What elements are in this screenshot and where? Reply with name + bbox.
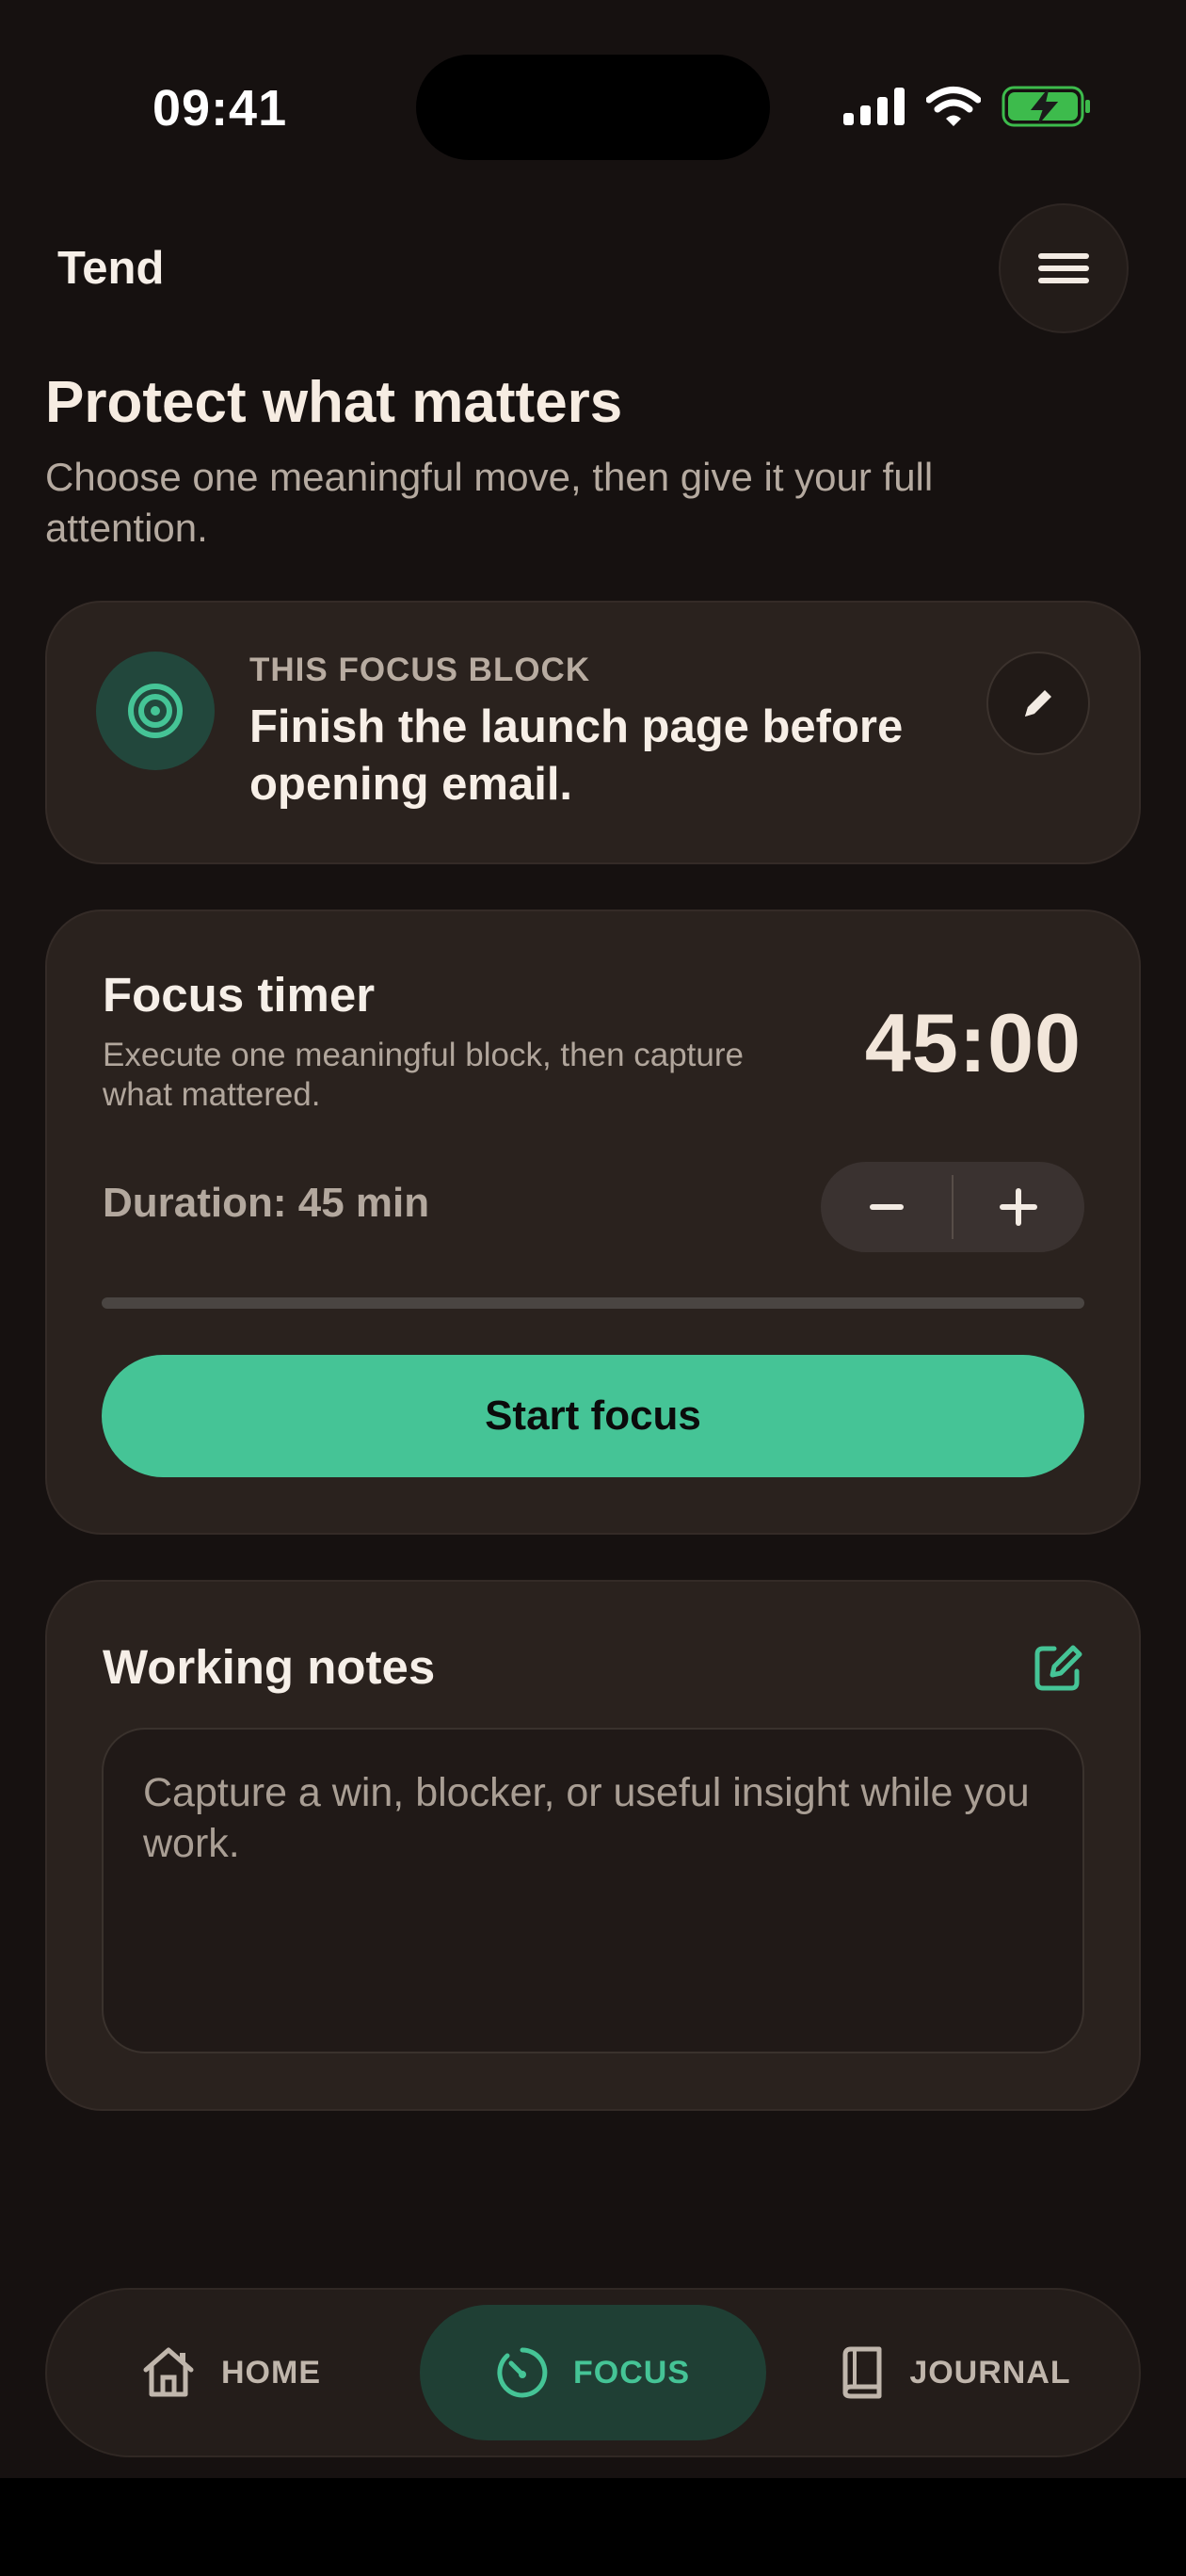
nav-focus[interactable]: FOCUS [420, 2305, 766, 2440]
status-time: 09:41 [152, 80, 288, 137]
focus-block-goal: Finish the launch page before opening em… [249, 701, 904, 810]
focus-target-badge [96, 652, 215, 770]
timer-title: Focus timer [103, 968, 376, 1022]
home-icon [143, 2347, 194, 2397]
timer-progress-bar [102, 1297, 1084, 1309]
compose-icon[interactable] [1032, 1641, 1084, 1694]
timer-icon [497, 2347, 548, 2398]
timer-description: Execute one meaningful block, then captu… [103, 1037, 744, 1113]
status-icons [843, 85, 1092, 128]
duration-label: Duration: 45 min [103, 1180, 430, 1226]
cellular-signal-icon [843, 88, 905, 125]
battery-charging-icon [1002, 86, 1090, 127]
nav-home-label: HOME [221, 2354, 321, 2391]
edit-focus-button[interactable] [986, 652, 1090, 755]
nav-focus-label: FOCUS [573, 2354, 690, 2391]
book-icon [842, 2346, 882, 2399]
hamburger-icon [1038, 253, 1089, 283]
minus-icon [870, 1204, 904, 1210]
increment-duration-button[interactable] [953, 1162, 1084, 1252]
page-subtitle: Choose one meaningful move, then give it… [45, 455, 934, 550]
start-focus-button[interactable]: Start focus [102, 1355, 1084, 1477]
nav-journal-label: JOURNAL [909, 2354, 1071, 2391]
focus-block-eyebrow: THIS FOCUS BLOCK [249, 652, 591, 688]
home-indicator-area [0, 2478, 1186, 2576]
duration-stepper [821, 1162, 1084, 1252]
notes-textarea[interactable]: Capture a win, blocker, or useful insigh… [102, 1728, 1084, 2053]
wifi-icon [926, 87, 981, 126]
menu-button[interactable] [999, 203, 1129, 333]
page-title: Protect what matters [45, 370, 623, 435]
nav-journal[interactable]: JOURNAL [809, 2305, 1101, 2440]
pencil-icon [1025, 690, 1051, 716]
decrement-duration-button[interactable] [821, 1162, 953, 1252]
dynamic-island [416, 55, 770, 160]
notes-title: Working notes [103, 1640, 436, 1694]
timer-countdown: 45:00 [864, 996, 1082, 1089]
target-icon [128, 684, 183, 738]
stepper-divider [952, 1175, 954, 1239]
nav-home[interactable]: HOME [94, 2305, 367, 2440]
app-brand: Tend [57, 243, 165, 294]
plus-icon [1000, 1188, 1037, 1226]
